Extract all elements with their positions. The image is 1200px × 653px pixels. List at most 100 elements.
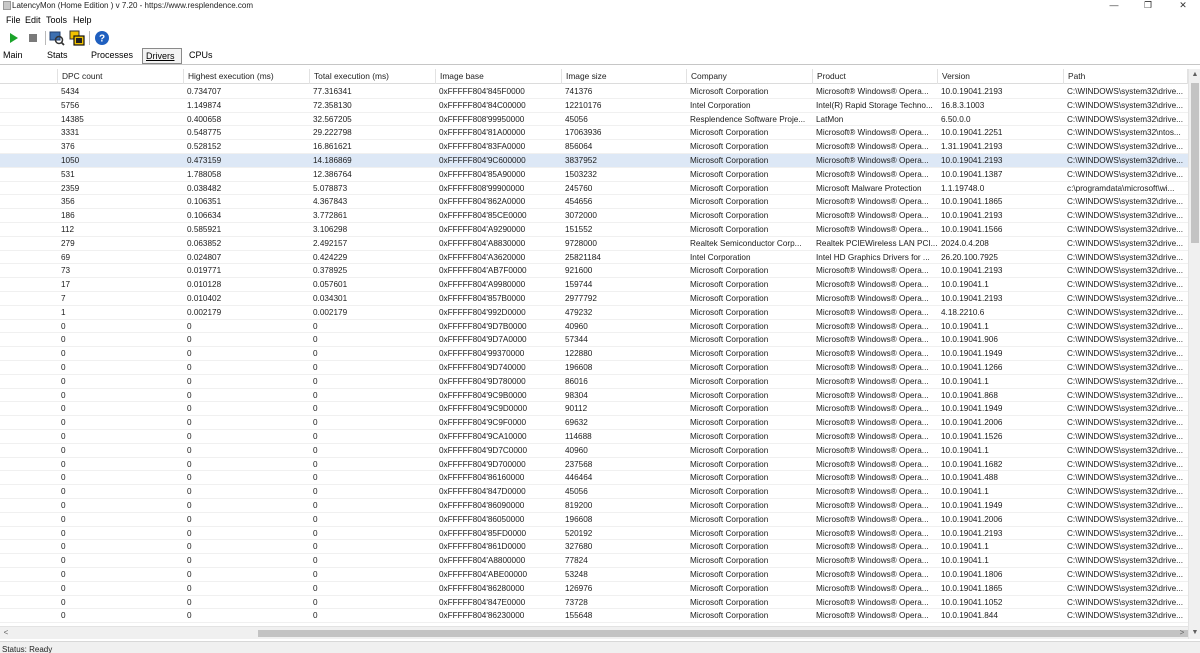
tab-cpus[interactable]: CPUs <box>186 48 226 64</box>
table-row[interactable]: 0 0 0 0xFFFFF804'9D7B0000 40960 Microsoft Cor… <box>0 320 1188 334</box>
cell-company: Realtek Semiconductor Corp... <box>690 238 802 248</box>
tab-stats[interactable]: Stats <box>44 48 86 64</box>
table-row[interactable]: 5434 0.734707 77.316341 0xFFFFF804'845F0000… <box>0 85 1188 99</box>
column-header-product[interactable]: Product <box>813 69 938 84</box>
table-row[interactable]: 1 0.002179 0.002179 0xFFFFF804'992D0000 4792… <box>0 306 1188 320</box>
cell-image-size: 327680 <box>565 542 593 552</box>
table-row[interactable]: 0 0 0 0xFFFFF804'847D0000 45056 Microsoft Cor… <box>0 485 1188 499</box>
play-button[interactable] <box>5 30 21 46</box>
table-row[interactable]: 376 0.528152 16.861621 0xFFFFF804'83FA0000 8… <box>0 140 1188 154</box>
table-row[interactable]: 279 0.063852 2.492157 0xFFFFF804'A8830000 97… <box>0 237 1188 251</box>
column-header-total-execution[interactable]: Total execution (ms) <box>310 69 436 84</box>
cell-total-execution: 0 <box>313 432 318 441</box>
table-row[interactable]: 356 0.106351 4.367843 0xFFFFF804'862A0000 45… <box>0 195 1188 210</box>
scroll-right-button[interactable]: > <box>1176 627 1188 639</box>
cell-dpc-count: 5434 <box>61 87 80 96</box>
table-row[interactable]: 69 0.024807 0.424229 0xFFFFF804'A3620000 258… <box>0 251 1188 265</box>
table-row[interactable]: 1050 0.473159 14.186869 0xFFFFF804'9C600000… <box>0 154 1188 168</box>
tab-drivers[interactable]: Drivers <box>142 48 182 64</box>
cell-image-base: 0xFFFFF804'A9980000 <box>439 280 526 290</box>
column-header-path[interactable]: Path <box>1064 69 1188 84</box>
table-row[interactable]: 0 0 0 0xFFFFF804'9D7C0000 40960 Microsoft Cor… <box>0 444 1188 458</box>
table-row[interactable]: 0 0 0 0xFFFFF804'847E0000 73728 Microsoft Cor… <box>0 596 1188 610</box>
cell-total-execution: 0 <box>313 376 318 386</box>
cell-image-base: 0xFFFFF804'9D780000 <box>439 376 526 386</box>
cell-path: C:\WINDOWS\system32\drive... <box>1067 252 1184 262</box>
vertical-scroll-thumb[interactable] <box>1191 83 1199 243</box>
stop-button[interactable] <box>25 30 41 46</box>
table-row[interactable]: 73 0.019771 0.378925 0xFFFFF804'AB7F0000 921… <box>0 264 1188 279</box>
horizontal-scroll-thumb[interactable] <box>258 630 1188 637</box>
cell-version: 10.0.19041.1682 <box>941 459 1003 469</box>
column-header-image-base[interactable]: Image base <box>436 69 562 84</box>
table-row[interactable]: 531 1.788058 12.386764 0xFFFFF804'85A90000 1… <box>0 168 1188 182</box>
table-row[interactable]: 0 0 0 0xFFFFF804'9D780000 86016 Microsoft Cor… <box>0 375 1188 389</box>
maximize-button[interactable]: ❐ <box>1131 0 1165 12</box>
cell-total-execution: 5.078873 <box>313 183 348 193</box>
table-row[interactable]: 0 0 0 0xFFFFF804'99370000 122880 Microsoft Co… <box>0 347 1188 361</box>
vertical-scrollbar[interactable]: ▲ ▼ <box>1188 69 1200 639</box>
cell-highest-execution: 0.528152 <box>187 142 222 152</box>
tab-processes[interactable]: Processes <box>88 48 140 64</box>
cell-image-base: 0xFFFFF804'9D7C0000 <box>439 445 528 455</box>
table-row[interactable]: 0 0 0 0xFFFFF804'86280000 126976 Microsoft Co… <box>0 582 1188 596</box>
table-row[interactable]: 0 0 0 0xFFFFF804'861D0000 327680 Microsoft Co… <box>0 540 1188 555</box>
horizontal-scrollbar[interactable]: < > <box>0 626 1188 639</box>
table-row[interactable]: 0 0 0 0xFFFFF804'86050000 196608 Microsoft Co… <box>0 513 1188 527</box>
table-row[interactable]: 0 0 0 0xFFFFF804'9C9D0000 90112 Microsoft Cor… <box>0 402 1188 417</box>
cell-dpc-count: 73 <box>61 266 71 276</box>
table-row[interactable]: 0 0 0 0xFFFFF804'9CA10000 114688 Microsoft Co… <box>0 430 1188 444</box>
cell-version: 10.0.19041.844 <box>941 611 998 621</box>
table-row[interactable]: 0 0 0 0xFFFFF804'85FD0000 520192 Microsoft Co… <box>0 527 1188 541</box>
scroll-down-button[interactable]: ▼ <box>1189 627 1200 639</box>
help-button[interactable]: ? <box>94 30 110 46</box>
menu-tools[interactable]: Tools <box>46 14 67 26</box>
table-row[interactable]: 7 0.010402 0.034301 0xFFFFF804'857B0000 2977… <box>0 292 1188 306</box>
table-row[interactable]: 0 0 0 0xFFFFF804'9C9B0000 98304 Microsoft Cor… <box>0 389 1188 403</box>
cell-highest-execution: 0.010402 <box>187 294 222 303</box>
column-header-blank[interactable] <box>0 69 58 84</box>
cell-image-size: 90112 <box>565 404 588 414</box>
table-row[interactable]: 2359 0.038482 5.078873 0xFFFFF808'99900000 2… <box>0 182 1188 196</box>
column-header-dpc-count[interactable]: DPC count <box>58 69 184 84</box>
table-row[interactable]: 14385 0.400658 32.567205 0xFFFFF808'9995000… <box>0 113 1188 127</box>
cell-company: Microsoft Corporation <box>690 501 769 510</box>
cell-company: Microsoft Corporation <box>690 280 769 290</box>
table-row[interactable]: 0 0 0 0xFFFFF804'86090000 819200 Microsoft Co… <box>0 499 1188 513</box>
menu-file[interactable]: File <box>6 14 21 26</box>
table-row[interactable]: 0 0 0 0xFFFFF804'9D700000 237568 Microsoft Co… <box>0 458 1188 472</box>
column-header-image-size[interactable]: Image size <box>562 69 687 84</box>
cell-highest-execution: 0 <box>187 597 192 607</box>
cell-path: C:\WINDOWS\system32\drive... <box>1067 570 1184 579</box>
cell-version: 1.1.19748.0 <box>941 183 985 193</box>
scroll-left-button[interactable]: < <box>0 627 12 639</box>
cell-path: C:\WINDOWS\system32\drive... <box>1067 197 1184 207</box>
table-row[interactable]: 0 0 0 0xFFFFF804'A8800000 77824 Microsoft Cor… <box>0 554 1188 568</box>
analyze-button[interactable] <box>49 30 65 46</box>
tab-main[interactable]: Main <box>0 48 40 64</box>
table-row[interactable]: 0 0 0 0xFFFFF804'9D7A0000 57344 Microsoft Cor… <box>0 333 1188 348</box>
table-row[interactable]: 0 0 0 0xFFFFF804'ABE00000 53248 Microsoft Cor… <box>0 568 1188 582</box>
cell-version: 10.0.19041.1 <box>941 487 989 497</box>
scroll-up-button[interactable]: ▲ <box>1189 69 1200 81</box>
table-row[interactable]: 0 0 0 0xFFFFF804'86160000 446464 Microsoft Co… <box>0 471 1188 486</box>
menu-edit[interactable]: Edit <box>25 14 41 26</box>
column-header-highest-execution[interactable]: Highest execution (ms) <box>184 69 310 84</box>
table-row[interactable]: 112 0.585921 3.106298 0xFFFFF804'A9290000 15… <box>0 223 1188 237</box>
table-row[interactable]: 0 0 0 0xFFFFF804'9D740000 196608 Microsoft Co… <box>0 361 1188 375</box>
table-row[interactable]: 17 0.010128 0.057601 0xFFFFF804'A9980000 159… <box>0 278 1188 292</box>
table-row[interactable]: 5756 1.149874 72.358130 0xFFFFF804'84C00000… <box>0 99 1188 113</box>
cell-product: Microsoft® Windows® Opera... <box>816 294 929 303</box>
cell-product: Microsoft® Windows® Opera... <box>816 583 929 593</box>
minimize-button[interactable]: — <box>1097 0 1131 12</box>
column-header-version[interactable]: Version <box>938 69 1064 84</box>
table-row[interactable]: 186 0.106634 3.772861 0xFFFFF804'85CE0000 30… <box>0 209 1188 223</box>
close-button[interactable]: ✕ <box>1166 0 1200 12</box>
table-row[interactable]: 3331 0.548775 29.222798 0xFFFFF804'81A00000… <box>0 126 1188 141</box>
cell-image-base: 0xFFFFF804'857B0000 <box>439 294 526 303</box>
menu-help[interactable]: Help <box>73 14 92 26</box>
table-row[interactable]: 0 0 0 0xFFFFF804'9C9F0000 69632 Microsoft Cor… <box>0 416 1188 430</box>
windows-button[interactable] <box>69 30 85 46</box>
table-row[interactable]: 0 0 0 0xFFFFF804'86230000 155648 Microsoft Co… <box>0 609 1188 624</box>
column-header-company[interactable]: Company <box>687 69 813 84</box>
